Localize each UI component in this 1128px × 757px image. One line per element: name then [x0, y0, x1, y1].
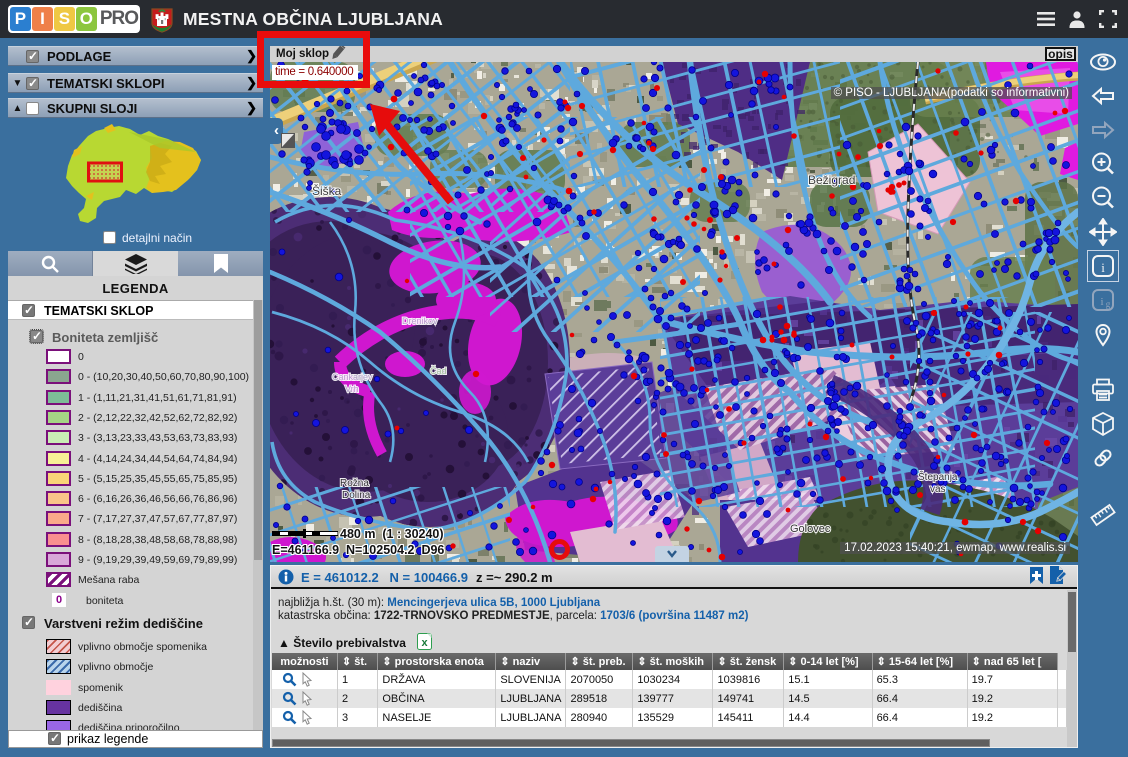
svg-text:Rožna: Rožna	[340, 478, 369, 489]
svg-text:i: i	[1101, 260, 1105, 275]
svg-text:Drenikov: Drenikov	[402, 316, 438, 326]
svg-text:Golovec: Golovec	[790, 523, 831, 535]
svg-text:Bežigrad: Bežigrad	[808, 173, 855, 187]
svg-text:Šiška: Šiška	[312, 183, 342, 198]
svg-text:Dolina: Dolina	[342, 490, 371, 501]
svg-text:g: g	[1106, 299, 1111, 309]
svg-text:Cankarjev: Cankarjev	[332, 372, 373, 382]
svg-text:Vrh: Vrh	[345, 384, 359, 394]
svg-text:x: x	[421, 637, 428, 649]
svg-text:Štepanja: Štepanja	[918, 470, 958, 483]
svg-text:i: i	[1100, 296, 1103, 308]
svg-text:Čad: Čad	[430, 366, 447, 376]
svg-text:vas: vas	[930, 484, 946, 495]
